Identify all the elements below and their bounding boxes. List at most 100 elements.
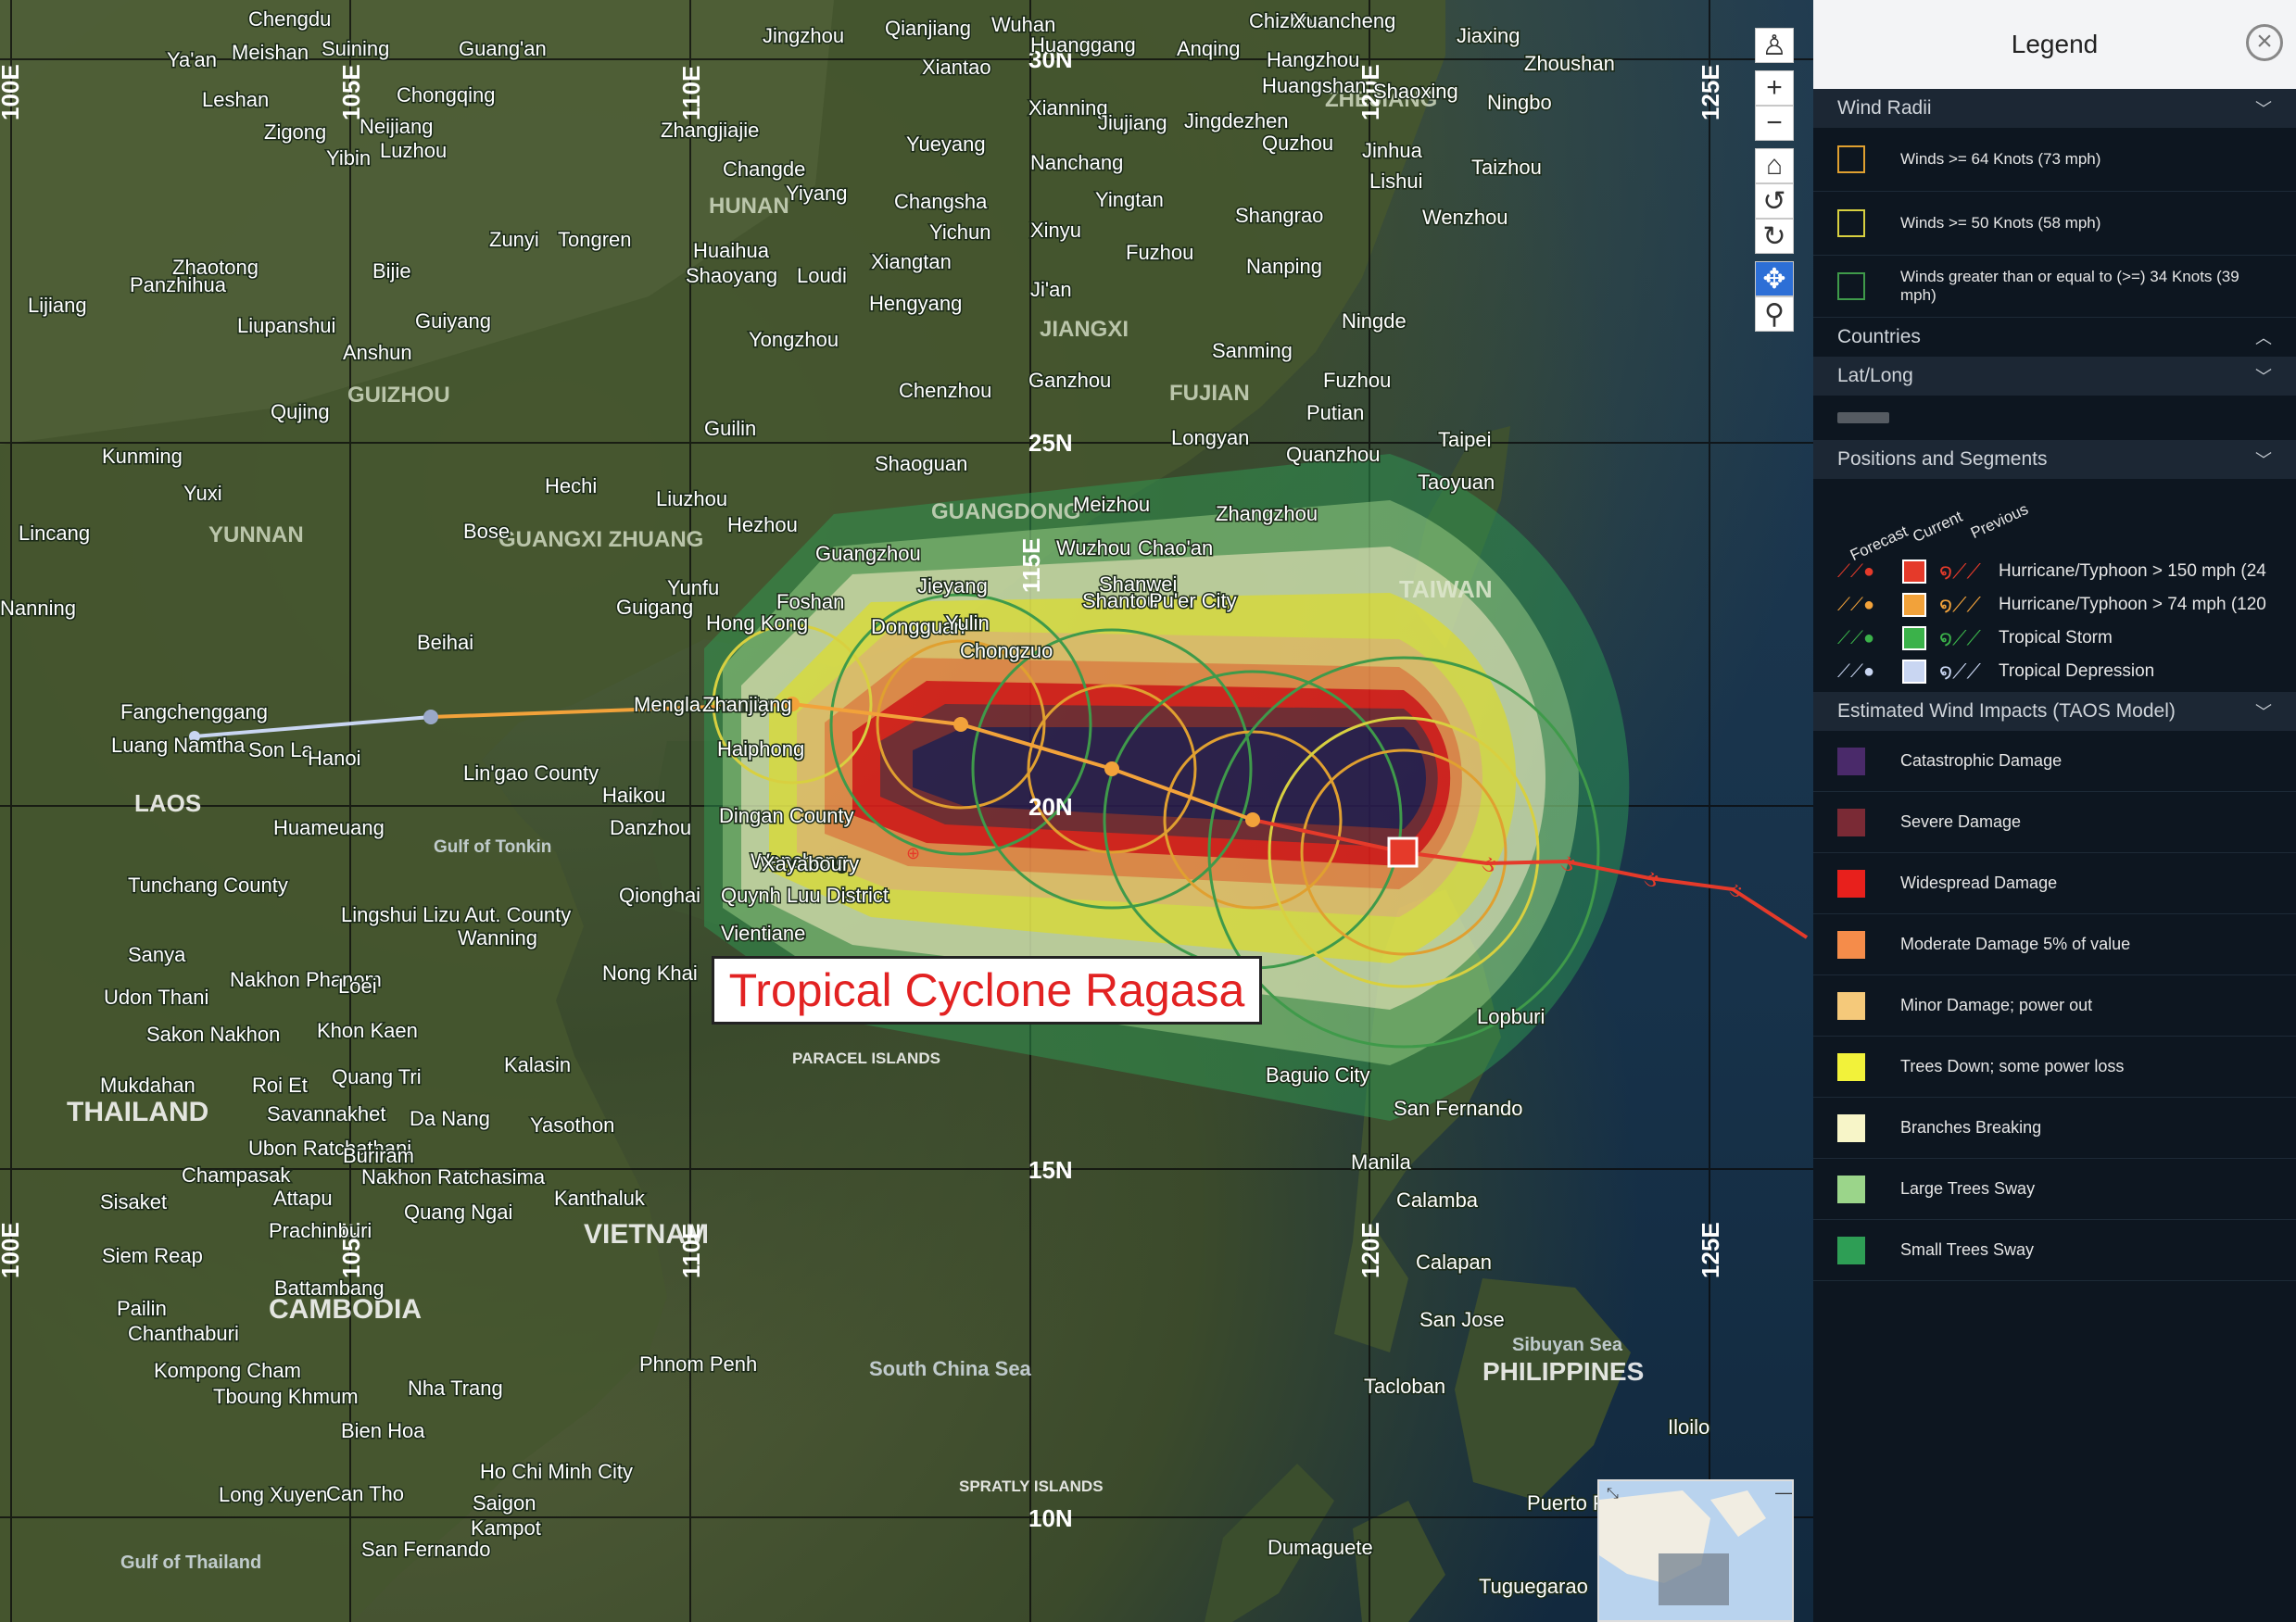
svg-text:25N: 25N <box>1028 429 1073 457</box>
svg-text:115E: 115E <box>1017 538 1045 593</box>
home-button[interactable]: ⌂ <box>1755 148 1794 183</box>
impact-item: Severe Damage <box>1813 792 2296 853</box>
svg-text:100E: 100E <box>0 64 24 120</box>
impact-swatch <box>1837 991 1865 1020</box>
impact-swatch <box>1837 1113 1865 1142</box>
track-point <box>1245 812 1260 827</box>
city-label: Ningbo <box>1487 91 1552 114</box>
section-latlong[interactable]: Lat/Long ﹀ <box>1813 357 2296 396</box>
zoom-out-button[interactable]: − <box>1755 106 1794 141</box>
city-label: Kompong Cham <box>154 1359 301 1382</box>
svg-text:110E: 110E <box>677 1224 705 1278</box>
city-label: Changde <box>723 157 805 181</box>
city-label: Dumaguete <box>1268 1536 1373 1559</box>
city-label: Lishui <box>1369 170 1422 193</box>
map-canvas[interactable]: ઙ ઙ ઙ ઙ ⊕ HUNAN JIANGXI ZHEJIANG FUJIAN … <box>0 0 1813 1622</box>
zoom-box-button[interactable]: ⚲ <box>1755 296 1794 332</box>
city-label: Hanoi <box>308 747 360 770</box>
city-label: Qianjiang <box>885 17 971 40</box>
rotate-right-icon: ↻ <box>1762 220 1786 252</box>
chevron-down-icon: ﹀ <box>2255 703 2272 722</box>
city-label: Zhanjiang <box>702 693 792 716</box>
city-label: Nong Khai <box>602 962 698 985</box>
map-view[interactable]: ઙ ઙ ઙ ઙ ⊕ HUNAN JIANGXI ZHEJIANG FUJIAN … <box>0 0 1813 1622</box>
city-label: Neijiang <box>360 115 434 138</box>
svg-text:FUJIAN: FUJIAN <box>1169 381 1250 406</box>
impact-label: Trees Down; some power loss <box>1900 1057 2125 1075</box>
city-label: Yasothon <box>530 1113 614 1137</box>
section-countries[interactable]: Countries ︿ <box>1813 318 2296 357</box>
section-impacts[interactable]: Estimated Wind Impacts (TAOS Model) ﹀ <box>1813 692 2296 731</box>
city-label: Savannakhet <box>267 1102 385 1125</box>
city-label: Putian <box>1306 401 1364 424</box>
previous-segment-icon: ໑⟋⟋ <box>1939 560 1981 583</box>
city-label: Udon Thani <box>104 986 208 1009</box>
track-point <box>953 717 968 732</box>
city-label: Huanggang <box>1030 33 1136 57</box>
wind-radii-item: Winds >= 64 Knots (73 mph) <box>1813 128 2296 192</box>
street-view-button[interactable]: ♙ <box>1755 28 1794 63</box>
zoom-in-button[interactable]: + <box>1755 70 1794 106</box>
impact-item: Large Trees Sway <box>1813 1159 2296 1220</box>
city-label: Suining <box>322 37 389 60</box>
svg-text:South China Sea: South China Sea <box>869 1357 1032 1380</box>
wind-radii-list: Winds >= 64 Knots (73 mph) Winds >= 50 Kn… <box>1813 128 2296 318</box>
overview-map[interactable]: ⤡ — <box>1597 1479 1794 1622</box>
city-label: Nha Trang <box>408 1377 503 1400</box>
wind-radii-label: Winds >= 50 Knots (58 mph) <box>1900 214 2101 232</box>
city-label: Guang'an <box>459 37 547 60</box>
forecast-typhoon-icon: ઙ <box>1560 849 1576 876</box>
city-label: Lingshui Lizu Aut. County <box>341 903 571 926</box>
position-label: Tropical Storm <box>1999 628 2113 648</box>
impact-label: Branches Breaking <box>1900 1118 2042 1137</box>
impact-label: Large Trees Sway <box>1900 1179 2036 1198</box>
section-wind-radii-label: Wind Radii <box>1837 97 1932 119</box>
city-label: Hangzhou <box>1267 48 1359 71</box>
close-icon[interactable]: × <box>2246 24 2283 61</box>
latlong-swatch <box>1837 412 1889 423</box>
svg-text:SPRATLY ISLANDS: SPRATLY ISLANDS <box>959 1477 1104 1495</box>
city-label: Foshan <box>776 590 844 613</box>
city-label: Hezhou <box>727 513 798 536</box>
city-label: Xiangtan <box>871 250 952 273</box>
impact-swatch <box>1837 1052 1865 1081</box>
pan-button[interactable]: ✥ <box>1755 261 1794 296</box>
overview-extent <box>1659 1553 1729 1605</box>
impact-label: Minor Damage; power out <box>1900 996 2093 1014</box>
city-label: Prachinburi <box>269 1219 372 1242</box>
city-label: Quang Tri <box>332 1065 422 1088</box>
impact-label: Catastrophic Damage <box>1900 751 2063 770</box>
crosshair-marker: ⊕ <box>906 844 920 862</box>
city-label: Qujing <box>271 400 330 423</box>
city-label: Battambang <box>274 1276 385 1300</box>
current-position-icon <box>1902 593 1926 617</box>
section-wind-radii[interactable]: Wind Radii ﹀ <box>1813 89 2296 128</box>
svg-text:125E: 125E <box>1697 64 1724 120</box>
city-label: Da Nang <box>410 1107 490 1130</box>
city-label: Changsha <box>894 190 988 213</box>
city-label: San Jose <box>1419 1308 1505 1331</box>
section-impacts-label: Estimated Wind Impacts (TAOS Model) <box>1837 700 2176 722</box>
position-item: ⟋⟋● ໑⟋⟋ Tropical Depression <box>1837 655 2296 688</box>
rotate-right-button[interactable]: ↻ <box>1755 219 1794 254</box>
svg-text:15N: 15N <box>1028 1156 1073 1184</box>
city-label: Jinhua <box>1362 139 1423 162</box>
section-positions[interactable]: Positions and Segments ﹀ <box>1813 440 2296 479</box>
city-label: Liupanshui <box>237 314 335 337</box>
city-label: Guiyang <box>415 309 491 333</box>
city-label: Guangzhou <box>815 542 921 565</box>
forecast-typhoon-icon: ઙ <box>1482 849 1497 877</box>
city-label: Nanchang <box>1030 151 1123 174</box>
city-label: Fuzhou <box>1323 369 1391 392</box>
city-label: Meishan <box>232 41 309 64</box>
city-label: Yingtan <box>1095 188 1164 211</box>
city-label: Zunyi <box>489 228 539 251</box>
impact-item: Moderate Damage 5% of value <box>1813 914 2296 975</box>
city-label: Baguio City <box>1266 1063 1370 1087</box>
rotate-left-button[interactable]: ↺ <box>1755 183 1794 219</box>
position-label: Hurricane/Typhoon > 150 mph (24 <box>1999 561 2266 581</box>
city-label: Ganzhou <box>1028 369 1111 392</box>
svg-text:LAOS: LAOS <box>134 789 201 817</box>
svg-text:THAILAND: THAILAND <box>67 1097 208 1127</box>
city-label: San Fernando <box>361 1538 490 1561</box>
